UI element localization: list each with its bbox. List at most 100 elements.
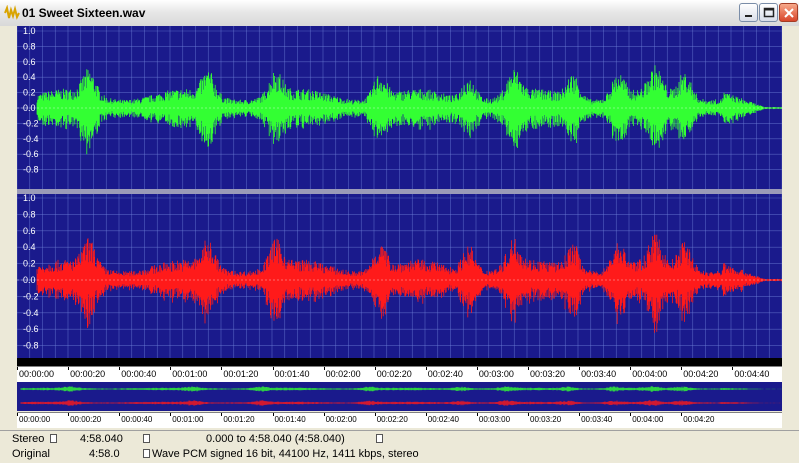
time-label: 00:00:40	[121, 369, 157, 379]
amplitude-label: 0.4	[23, 242, 36, 252]
time-label: 00:02:20	[376, 369, 412, 379]
selection-range: 0.000 to 4:58.040 (4:58.040)	[206, 433, 345, 445]
right-gutter	[782, 26, 799, 430]
time-tick	[425, 413, 427, 416]
minimize-button[interactable]	[739, 3, 758, 22]
time-label: 00:04:20	[683, 369, 719, 379]
time-tick	[425, 367, 427, 370]
time-tick	[272, 367, 274, 370]
close-button[interactable]	[779, 3, 798, 22]
time-label: 00:01:00	[172, 369, 208, 379]
title-bar[interactable]: 01 Sweet Sixteen.wav	[0, 0, 799, 27]
time-ruler[interactable]: 00:00:00 00:00:20 00:00:40 00:01:00 00:01:20…	[17, 366, 782, 382]
time-label: 00:03:00	[478, 369, 514, 379]
time-label: 00:04:20	[683, 415, 715, 424]
left-gutter	[0, 26, 17, 430]
amplitude-label: -0.2	[23, 291, 39, 301]
time-label: 00:00:40	[121, 415, 153, 424]
status-separator-icon	[50, 434, 57, 443]
time-tick	[272, 413, 274, 416]
channel-divider[interactable]	[17, 189, 782, 194]
time-label: 00:02:00	[325, 415, 357, 424]
overview-time-ruler[interactable]: 00:00:00 00:00:20 00:00:40 00:01:00 00:01:20…	[17, 412, 782, 428]
status-separator-icon	[143, 434, 150, 443]
window-title: 01 Sweet Sixteen.wav	[22, 6, 146, 20]
close-icon	[784, 8, 794, 18]
overview-waveform[interactable]	[17, 382, 782, 411]
time-tick	[579, 413, 581, 416]
status-separator-icon	[143, 449, 150, 458]
audio-file-icon	[4, 5, 20, 20]
amplitude-label: 0.6	[23, 57, 36, 67]
time-tick	[170, 367, 172, 370]
time-tick	[732, 367, 734, 370]
status-row-2: Original 4:58.0 Wave PCM signed 16 bit, …	[0, 447, 799, 462]
amplitude-label: -0.6	[23, 324, 39, 334]
amplitude-label: 1.0	[23, 193, 36, 203]
time-tick	[323, 413, 325, 416]
time-tick	[68, 367, 70, 370]
time-label: 00:01:40	[274, 369, 310, 379]
time-label: 00:03:40	[581, 415, 613, 424]
maximize-button[interactable]	[759, 3, 778, 22]
maximize-icon	[763, 7, 775, 18]
time-label: 00:03:40	[581, 369, 617, 379]
time-label: 00:02:00	[325, 369, 361, 379]
time-label: 00:04:00	[632, 369, 668, 379]
time-tick	[170, 413, 172, 416]
time-label: 00:00:00	[19, 369, 55, 379]
time-tick	[579, 367, 581, 370]
minimize-icon	[745, 15, 752, 17]
time-tick	[528, 367, 529, 370]
time-tick	[476, 413, 478, 416]
time-tick	[323, 367, 325, 370]
time-tick	[630, 367, 632, 370]
amplitude-label: -0.8	[23, 165, 39, 175]
file-duration: 4:58.0	[89, 448, 120, 460]
amplitude-label: -0.4	[23, 308, 39, 318]
status-separator-icon	[376, 434, 383, 443]
status-row-1: Stereo 4:58.040 0.000 to 4:58.040 (4:58.…	[0, 432, 799, 447]
time-tick	[221, 367, 223, 370]
time-label: 00:01:20	[223, 369, 259, 379]
amplitude-label: 0.2	[23, 259, 36, 269]
amplitude-label: 0.4	[23, 72, 36, 82]
time-tick	[119, 413, 121, 416]
amplitude-label: -0.6	[23, 149, 39, 159]
time-tick	[528, 413, 529, 416]
total-duration: 4:58.040	[80, 433, 123, 445]
time-label: 00:00:20	[70, 415, 102, 424]
time-label: 00:02:40	[427, 369, 463, 379]
time-tick	[681, 413, 683, 416]
time-label: 00:00:20	[70, 369, 106, 379]
amplitude-label: 0.8	[23, 41, 36, 51]
time-tick	[476, 367, 478, 370]
time-tick	[17, 413, 18, 416]
time-label: 00:04:40	[734, 369, 770, 379]
amplitude-label: 0.0	[23, 103, 36, 113]
amplitude-label: 0.6	[23, 226, 36, 236]
amplitude-label: -0.4	[23, 134, 39, 144]
status-bar: Stereo 4:58.040 0.000 to 4:58.040 (4:58.…	[0, 430, 799, 463]
view-mode: Original	[12, 448, 50, 460]
time-label: 00:03:20	[530, 415, 562, 424]
audio-editor-window: 01 Sweet Sixteen.wav 1.0 0.8 0.6 0.4 0.2 0.0 -…	[0, 0, 799, 463]
amplitude-label: 0.0	[23, 275, 36, 285]
time-tick	[221, 413, 223, 416]
channel-mode: Stereo	[12, 433, 45, 445]
time-tick	[681, 367, 683, 370]
time-label: 00:02:40	[427, 415, 459, 424]
waveform-view[interactable]: 1.0 0.8 0.6 0.4 0.2 0.0 -0.2 -0.4 -0.6 -0.8 1.0 0.…	[17, 26, 782, 358]
time-label: 00:03:00	[478, 415, 511, 424]
time-label: 00:01:00	[172, 415, 204, 424]
amplitude-label: -0.2	[23, 118, 39, 128]
time-tick	[374, 413, 376, 416]
amplitude-label: 1.0	[23, 26, 36, 36]
time-tick	[68, 413, 70, 416]
time-label: 00:00:00	[19, 415, 51, 424]
audio-format: Wave PCM signed 16 bit, 44100 Hz, 1411 k…	[152, 448, 419, 460]
time-tick	[119, 367, 121, 370]
waveform-scroll-track[interactable]	[17, 358, 782, 366]
time-tick	[17, 367, 18, 370]
time-label: 00:01:20	[223, 415, 255, 424]
